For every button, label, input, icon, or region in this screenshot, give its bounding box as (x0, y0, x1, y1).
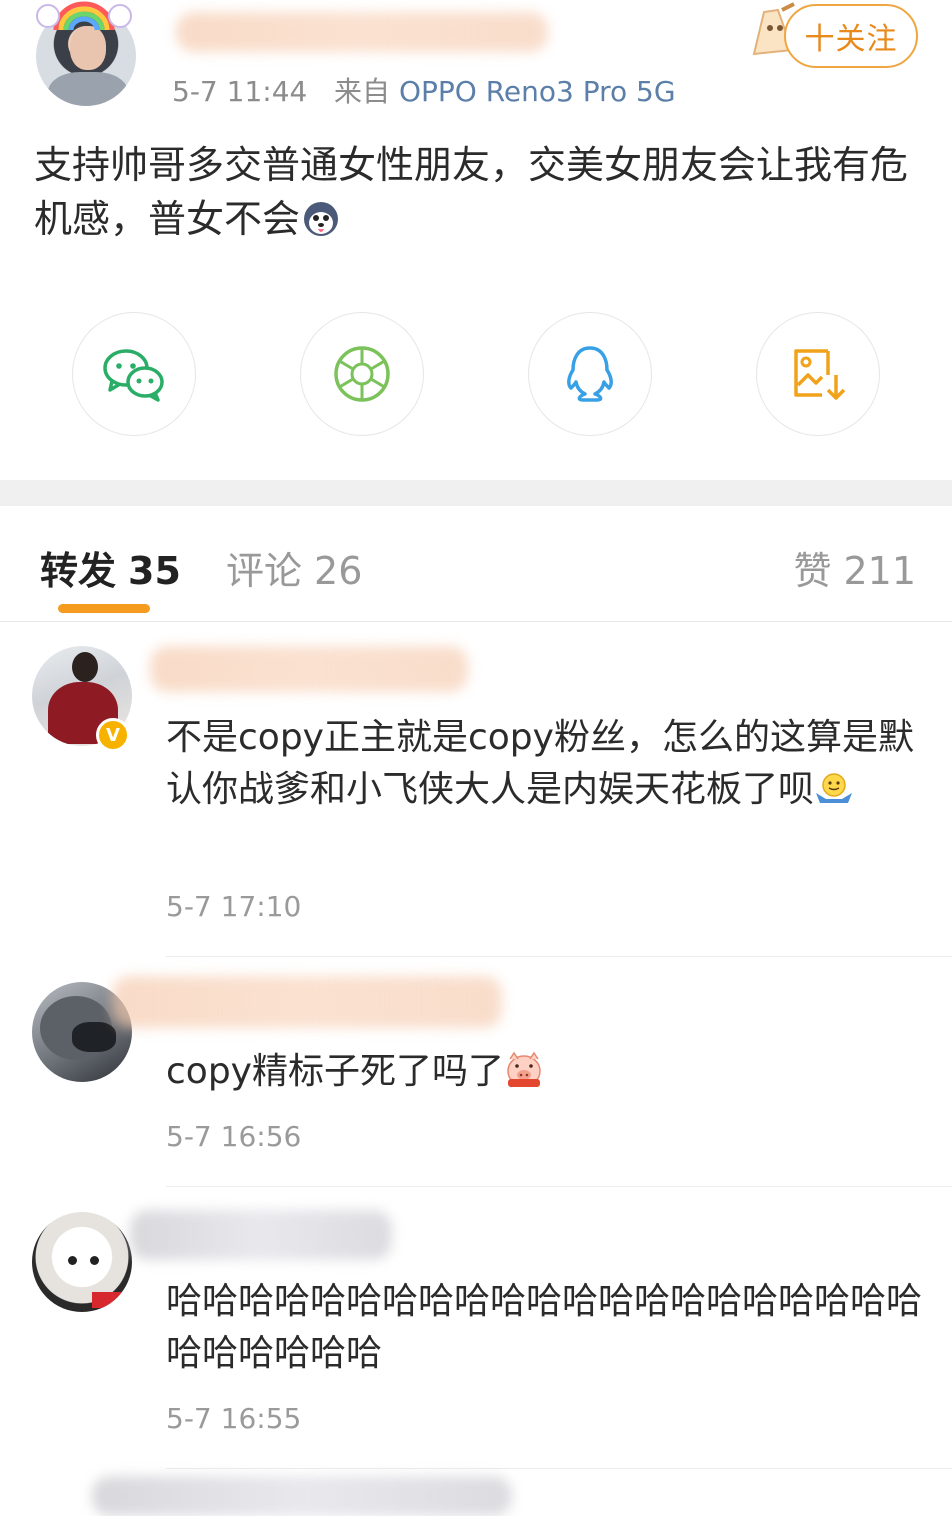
tab-comments-count: 26 (314, 549, 363, 593)
post-source-prefix: 来自 (334, 75, 391, 108)
post-author-name-redacted[interactable] (176, 12, 548, 52)
comment-text: 不是copy正主就是copy粉丝，怎么的这算是默认你战爹和小飞侠大人是内娱天花板… (166, 712, 926, 816)
comment-author-name-redacted[interactable] (150, 646, 468, 692)
wechat-icon (103, 349, 164, 402)
tab-comments-label: 评论 (226, 549, 303, 593)
comment-text-content: 不是copy正主就是copy粉丝，怎么的这算是默认你战爹和小飞侠大人是内娱天花板… (166, 717, 914, 810)
pig-emoji-icon (507, 1051, 541, 1087)
next-comment-author-redacted[interactable] (92, 1476, 512, 1516)
verified-badge-icon: V (96, 718, 130, 752)
avatar-eye (68, 1256, 77, 1265)
tab-likes-label: 赞 (793, 549, 832, 593)
comment-divider (166, 956, 952, 957)
comment-text-content: 哈哈哈哈哈哈哈哈哈哈哈哈哈哈哈哈哈哈哈哈哈哈哈哈哈哈哈 (166, 1281, 923, 1374)
moments-aperture-icon (334, 346, 390, 402)
shrug-emoji-icon (816, 773, 853, 803)
avatar-face (70, 26, 106, 70)
post-meta: 5-7 11:44 来自 OPPO Reno3 Pro 5G (172, 70, 676, 110)
rainbow-avatar-frame-icon (36, 1, 132, 31)
comment-text-content: copy精标子死了吗了 (166, 1051, 504, 1092)
tabs-divider (0, 621, 952, 622)
avatar-mask (72, 1022, 116, 1052)
share-save-image-button[interactable] (756, 312, 880, 436)
comment-divider (166, 1468, 952, 1469)
tab-likes[interactable]: 赞 211 (793, 540, 916, 595)
tab-repost-count: 35 (128, 549, 181, 593)
comment-timestamp: 5-7 16:55 (166, 1402, 302, 1435)
save-image-icon (794, 349, 846, 400)
active-tab-indicator (58, 604, 150, 613)
comment-timestamp: 5-7 16:56 (166, 1120, 302, 1153)
avatar-shirt (48, 72, 128, 106)
avatar-hair (72, 652, 98, 682)
comment-avatar[interactable] (32, 1212, 132, 1312)
comment-timestamp: 5-7 17:10 (166, 890, 302, 923)
tab-repost-label: 转发 (40, 549, 117, 593)
post-device-link[interactable]: OPPO Reno3 Pro 5G (399, 75, 676, 108)
tab-comments[interactable]: 评论 26 (226, 540, 362, 595)
comment-text: 哈哈哈哈哈哈哈哈哈哈哈哈哈哈哈哈哈哈哈哈哈哈哈哈哈哈哈 (166, 1276, 926, 1380)
comment-author-name-redacted[interactable] (112, 976, 502, 1028)
comment-divider (166, 1186, 952, 1187)
husky-emoji-icon (304, 202, 339, 236)
follow-button[interactable]: 十关注 (784, 4, 918, 68)
tab-repost[interactable]: 转发 35 (40, 540, 181, 595)
comment-author-name-redacted[interactable] (130, 1210, 392, 1260)
share-qq-button[interactable] (528, 312, 652, 436)
tab-likes-count: 211 (843, 549, 916, 593)
post-body: 支持帅哥多交普通女性朋友，交美女朋友会让我有危机感，普女不会 (34, 138, 924, 246)
post-timestamp: 5-7 11:44 (172, 75, 308, 108)
section-divider (0, 480, 952, 506)
avatar-tag (92, 1292, 132, 1308)
qq-penguin-icon (567, 346, 613, 402)
comment-text: copy精标子死了吗了 (166, 1046, 926, 1098)
post-body-text: 支持帅哥多交普通女性朋友，交美女朋友会让我有危机感，普女不会 (34, 143, 909, 241)
avatar-eye (90, 1256, 99, 1265)
follow-control: 十关注 (748, 0, 924, 74)
share-moments-button[interactable] (300, 312, 424, 436)
share-wechat-button[interactable] (72, 312, 196, 436)
